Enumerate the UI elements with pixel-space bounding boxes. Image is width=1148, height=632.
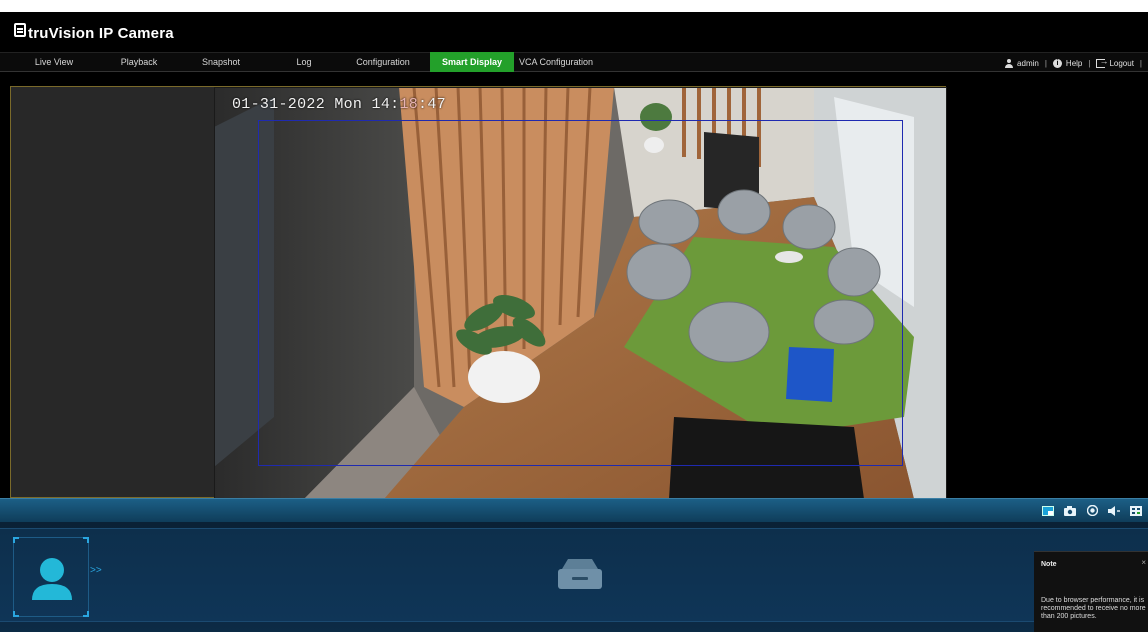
vca-detection-region (258, 120, 903, 466)
audio-icon[interactable] (1108, 505, 1120, 516)
video-control-bar (0, 498, 1148, 522)
app-window: truVision IP Camera Live View Playback S… (0, 12, 1148, 632)
face-capture-thumbnail[interactable] (13, 537, 89, 617)
tab-vca-configuration[interactable]: VCA Configuration (514, 52, 598, 72)
separator: | (1139, 58, 1142, 68)
corner-marker (13, 537, 19, 543)
help-label: Help (1065, 58, 1083, 68)
smart-display-panel: >> (0, 522, 1148, 632)
note-message: Due to browser performance, it is recomm… (1041, 597, 1146, 620)
logout-label: Logout (1109, 58, 1134, 68)
tab-playback[interactable]: Playback (108, 52, 170, 72)
close-icon[interactable]: × (1141, 558, 1146, 567)
tab-snapshot[interactable]: Snapshot (170, 52, 272, 72)
snapshot-camera-icon[interactable] (1064, 505, 1076, 516)
osd-timestamp-minute: 18 (399, 96, 419, 113)
osd-timestamp: 01-31-2022 Mon 14:18:47 (232, 96, 446, 113)
live-video-viewer[interactable]: 01-31-2022 Mon 14:18:47 (10, 86, 947, 499)
osd-timestamp-prefix: 01-31-2022 Mon 14: (232, 96, 400, 113)
brand-logo: truVision IP Camera (14, 18, 174, 48)
tab-log[interactable]: Log (272, 52, 336, 72)
tab-live-view[interactable]: Live View (0, 52, 108, 72)
camera-logo-icon (14, 23, 26, 37)
logout-link[interactable]: Logout (1096, 56, 1134, 68)
user-icon (1005, 58, 1014, 68)
window-layout-icon[interactable] (1042, 505, 1054, 516)
empty-tray-icon (558, 559, 602, 589)
user-account[interactable]: admin (1005, 58, 1039, 68)
corner-marker (13, 611, 19, 617)
corner-marker (83, 611, 89, 617)
record-icon[interactable] (1086, 505, 1098, 516)
separator: | (1044, 58, 1047, 68)
logout-icon (1096, 56, 1108, 68)
camera-feed[interactable]: 01-31-2022 Mon 14:18:47 (214, 87, 947, 499)
expand-arrow-icon[interactable]: >> (90, 565, 102, 576)
username: admin (1017, 58, 1039, 68)
note-popup: Note × Due to browser performance, it is… (1034, 551, 1148, 632)
stream-settings-icon[interactable] (1130, 505, 1142, 516)
main-nav: Live View Playback Snapshot Log Configur… (0, 52, 1148, 72)
tab-smart-display[interactable]: Smart Display (430, 52, 514, 72)
osd-timestamp-second: :47 (418, 96, 446, 113)
user-menu: admin | i Help | Logout | (1005, 53, 1142, 73)
brand-title: truVision IP Camera (28, 24, 174, 42)
help-icon: i (1052, 58, 1062, 68)
screen: truVision IP Camera Live View Playback S… (0, 0, 1148, 632)
corner-marker (83, 537, 89, 543)
note-title: Note (1041, 561, 1057, 568)
control-icons (1042, 505, 1142, 516)
capture-strip: >> (0, 528, 1148, 622)
separator: | (1088, 58, 1091, 68)
person-silhouette-icon (32, 558, 72, 600)
tab-configuration[interactable]: Configuration (336, 52, 430, 72)
help-link[interactable]: i Help (1052, 58, 1083, 68)
